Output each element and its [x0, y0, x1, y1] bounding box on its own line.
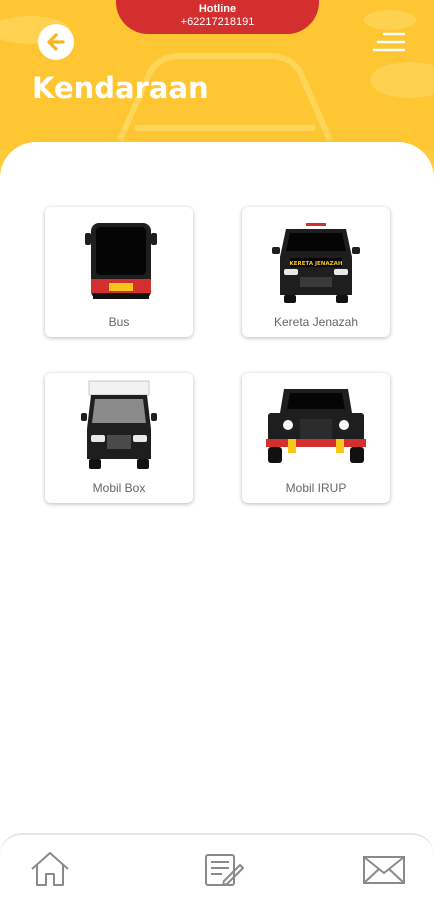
- vehicle-card-bus[interactable]: Bus: [45, 207, 193, 337]
- home-icon[interactable]: [28, 849, 72, 889]
- arrow-left-icon: [47, 33, 65, 51]
- jeep-icon: [266, 389, 366, 463]
- hotline-title: Hotline: [198, 3, 237, 15]
- page-title: Kendaraan: [32, 71, 209, 105]
- hotline-banner[interactable]: Hotline +62217218191: [116, 0, 319, 34]
- hearse-sign-text: KERETA JENAZAH: [289, 261, 342, 267]
- vehicle-card-kereta-jenazah[interactable]: KERETA JENAZAH Kereta Jenazah: [242, 207, 390, 337]
- vehicle-card-label: Kereta Jenazah: [273, 315, 359, 329]
- content-panel: Bus KERETA JENAZAH Kereta Jenazah Mobil …: [0, 142, 434, 842]
- vehicle-card-mobil-irup[interactable]: Mobil IRUP: [242, 373, 390, 503]
- mail-icon[interactable]: [362, 849, 406, 889]
- vehicle-card-label: Mobil Box: [92, 481, 146, 495]
- bus-icon: [85, 223, 157, 299]
- vehicle-card-label: Mobil IRUP: [285, 481, 347, 495]
- menu-icon[interactable]: [372, 30, 406, 54]
- vehicle-card-mobil-box[interactable]: Mobil Box: [45, 373, 193, 503]
- form-edit-icon[interactable]: [200, 849, 244, 889]
- bottom-navigation: [0, 833, 434, 900]
- back-button[interactable]: [38, 24, 74, 60]
- box-truck-icon: [81, 380, 157, 469]
- hotline-number[interactable]: +62217218191: [116, 16, 319, 29]
- vehicle-card-label: Bus: [108, 315, 130, 329]
- hearse-icon: KERETA JENAZAH: [272, 223, 360, 303]
